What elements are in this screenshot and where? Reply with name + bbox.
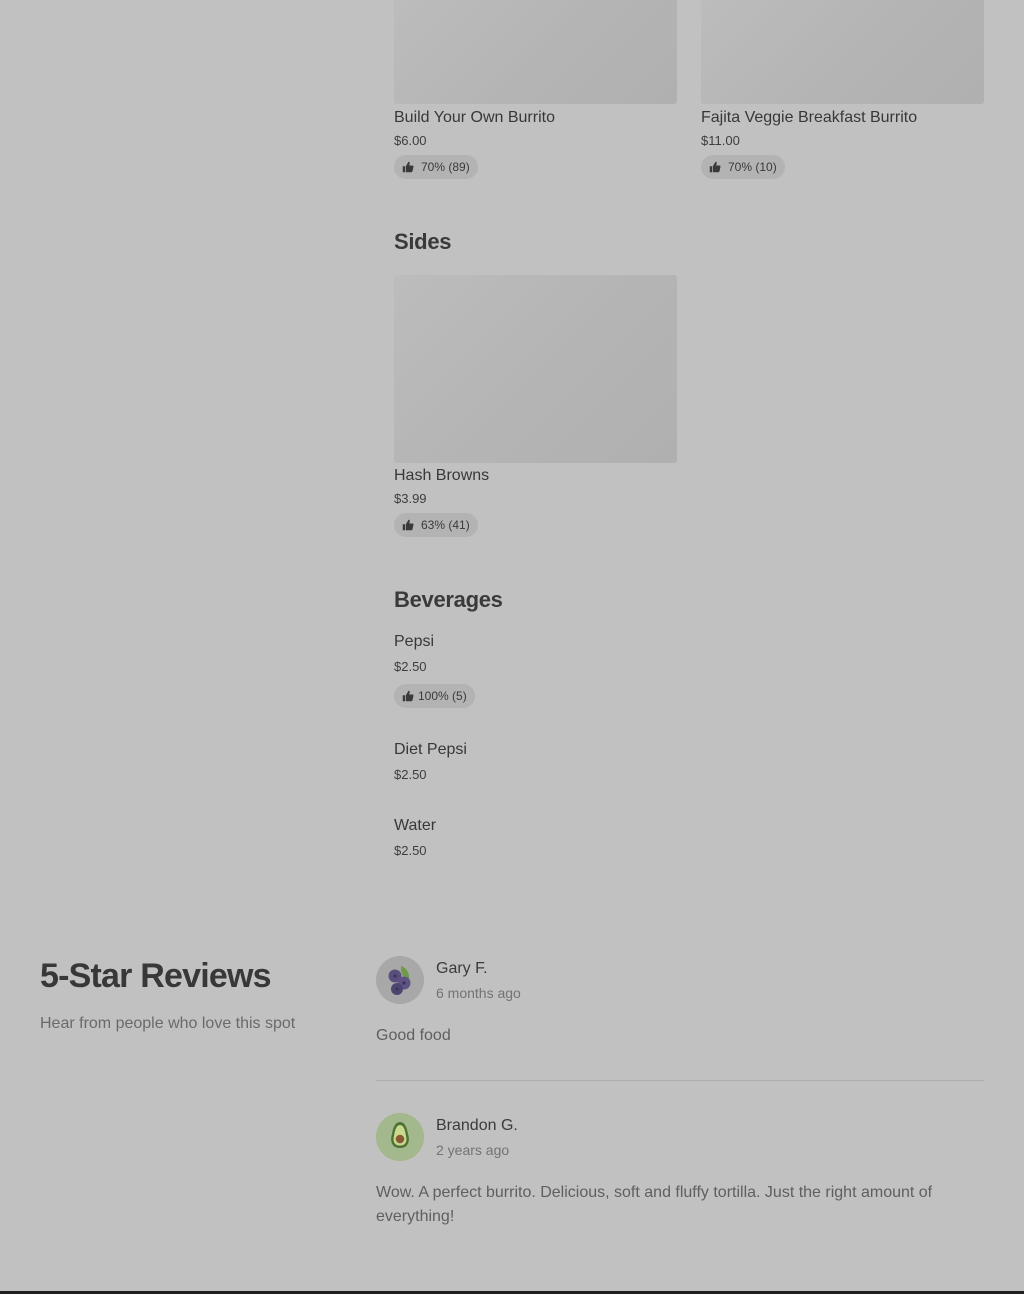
menu-item-card[interactable]: Build Your Own Burrito $6.00 70% (89) [394,0,677,180]
avatar [376,956,424,1004]
menu-item-image [701,0,984,104]
rating-value: 70% (89) [421,160,470,174]
menu-item-price: $2.50 [394,843,427,858]
thumbs-up-icon [402,690,414,702]
rating-badge: 63% (41) [394,513,478,537]
review-card: Gary F. 6 months ago Good food [376,956,984,1056]
menu-item-price: $6.00 [394,133,427,148]
reviewer-name: Gary F. [436,960,488,977]
menu-item-card[interactable]: Diet Pepsi $2.50 [394,738,677,788]
review-timestamp: 6 months ago [436,985,521,1001]
section-title-sides: Sides [394,229,452,254]
review-text: Wow. A perfect burrito. Delicious, soft … [376,1184,933,1225]
rating-badge: 70% (10) [701,155,785,179]
review-timestamp: 2 years ago [436,1142,510,1158]
menu-item-image [394,275,677,463]
rating-badge: 100% (5) [394,684,475,708]
rating-value: 100% (5) [418,689,467,703]
rating-value: 70% (10) [728,160,777,174]
menu-item-card[interactable]: Hash Browns $3.99 63% (41) [394,275,677,540]
reviews-subtitle: Hear from people who love this spot [40,1015,296,1032]
thumbs-up-icon [402,161,414,173]
menu-item-name: Fajita Veggie Breakfast Burrito [701,109,918,126]
review-text: Good food [376,1027,451,1044]
menu-item-card[interactable]: Pepsi $2.50 100% (5) [394,630,677,712]
review-card: Brandon G. 2 years ago Wow. A perfect bu… [376,1113,984,1233]
avocado-icon [376,1113,424,1161]
reviews-title: 5-Star Reviews [40,957,272,995]
review-divider [376,1080,984,1081]
reviewer-name: Brandon G. [436,1117,518,1134]
menu-item-price: $2.50 [394,659,427,674]
menu-item-card[interactable]: Water $2.50 [394,814,677,864]
menu-item-name: Water [394,817,437,834]
menu-item-name: Pepsi [394,633,435,650]
menu-item-image [394,0,677,104]
menu-item-name: Build Your Own Burrito [394,109,555,126]
rating-badge: 70% (89) [394,155,478,179]
thumbs-up-icon [402,519,414,531]
avatar [376,1113,424,1161]
menu-item-price: $2.50 [394,767,427,782]
blueberries-icon [376,956,424,1004]
menu-item-card[interactable]: Fajita Veggie Breakfast Burrito $11.00 7… [701,0,984,180]
rating-value: 63% (41) [421,518,470,532]
section-title-beverages: Beverages [394,587,503,612]
menu-item-price: $11.00 [701,133,740,148]
menu-item-name: Diet Pepsi [394,741,467,758]
thumbs-up-icon [709,161,721,173]
menu-item-name: Hash Browns [394,467,490,484]
menu-item-price: $3.99 [394,491,427,506]
